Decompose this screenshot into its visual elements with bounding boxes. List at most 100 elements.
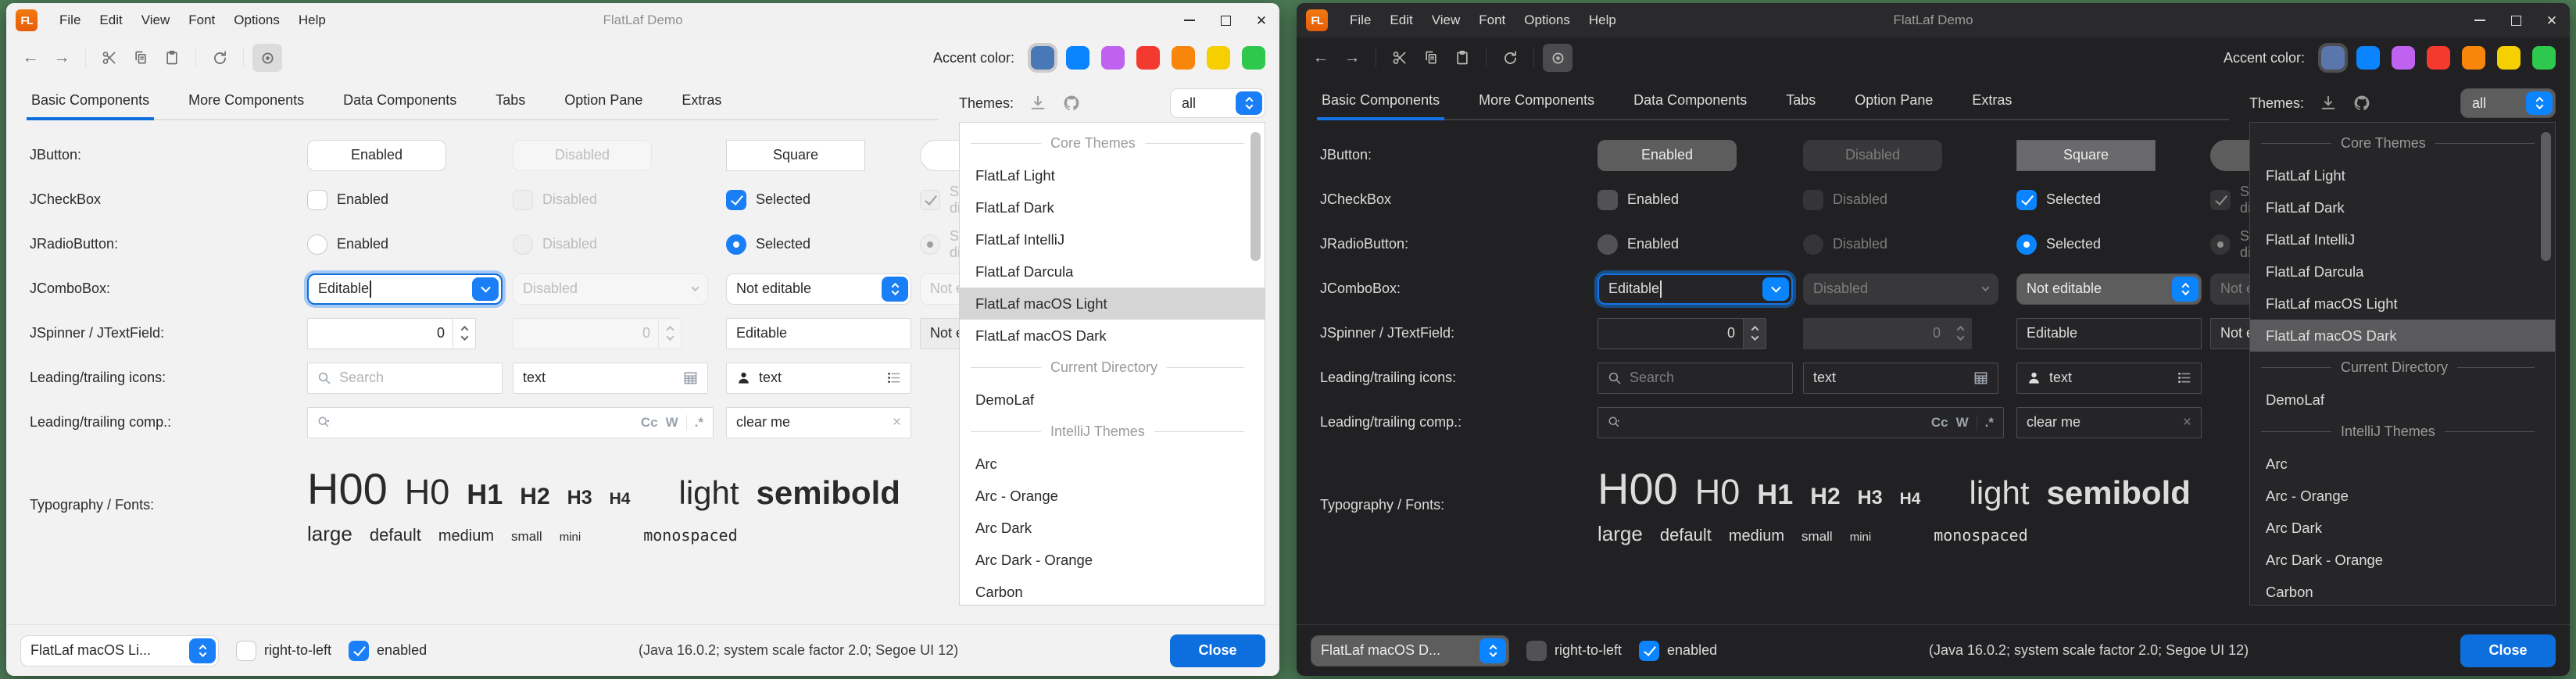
theme-item[interactable]: DemoLaf: [2250, 384, 2555, 416]
tab-more-components[interactable]: More Components: [1477, 86, 1596, 119]
theme-item[interactable]: Carbon: [960, 576, 1265, 606]
checkbox-selected[interactable]: [726, 190, 746, 210]
theme-item[interactable]: Arc - Orange: [2250, 480, 2555, 512]
show-hover-toggle-button[interactable]: [252, 44, 282, 72]
menu-options[interactable]: Options: [224, 8, 289, 33]
combobox-not-editable[interactable]: Not editable: [726, 273, 911, 305]
paste-button[interactable]: [1447, 44, 1477, 72]
accent-swatch-yellow[interactable]: [1207, 46, 1230, 70]
tab-option-pane[interactable]: Option Pane: [563, 86, 644, 119]
accent-swatch-purple[interactable]: [2392, 46, 2415, 70]
square-button[interactable]: Square: [726, 140, 865, 171]
theme-item[interactable]: FlatLaf Light: [960, 159, 1265, 191]
right-to-left-checkbox[interactable]: [236, 641, 256, 661]
theme-item[interactable]: Arc: [2250, 448, 2555, 480]
textfield-editable[interactable]: Editable: [2016, 318, 2202, 349]
combobox-editable[interactable]: Editable: [307, 273, 503, 305]
theme-item[interactable]: DemoLaf: [960, 384, 1265, 416]
menu-font[interactable]: Font: [179, 8, 224, 33]
radio-enabled[interactable]: [307, 234, 327, 255]
regex-toggle[interactable]: .*: [695, 415, 703, 431]
close-window-button[interactable]: ✕: [2534, 3, 2570, 38]
theme-item[interactable]: FlatLaf Dark: [2250, 191, 2555, 223]
theme-item[interactable]: FlatLaf macOS Light: [2250, 288, 2555, 320]
menu-view[interactable]: View: [132, 8, 180, 33]
copy-button[interactable]: [126, 44, 156, 72]
spinner-value[interactable]: 0: [1597, 318, 1743, 349]
menu-edit[interactable]: Edit: [1380, 8, 1422, 33]
back-button[interactable]: ←: [16, 44, 45, 72]
scrollbar-thumb[interactable]: [2541, 132, 2551, 261]
theme-item[interactable]: Arc Dark - Orange: [960, 544, 1265, 576]
tab-more-components[interactable]: More Components: [187, 86, 306, 119]
maximize-button[interactable]: [1208, 3, 1243, 38]
forward-button[interactable]: →: [1337, 44, 1367, 72]
theme-item[interactable]: Carbon: [2250, 576, 2555, 606]
accent-swatch-purple[interactable]: [1101, 46, 1125, 70]
themes-list[interactable]: Core Themes FlatLaf Light FlatLaf Dark F…: [2249, 122, 2556, 606]
search-with-options-field[interactable]: CcW.*: [1597, 407, 2004, 438]
theme-item-selected[interactable]: FlatLaf macOS Dark: [2250, 320, 2555, 352]
accent-swatch-blue[interactable]: [2356, 46, 2380, 70]
cut-button[interactable]: [95, 44, 124, 72]
theme-item[interactable]: FlatLaf Darcula: [960, 256, 1265, 288]
radio-enabled[interactable]: [1597, 234, 1618, 255]
combobox-editable[interactable]: Editable: [1597, 273, 1793, 305]
enabled-button[interactable]: Enabled: [1597, 140, 1737, 171]
checkbox-selected[interactable]: [2016, 190, 2037, 210]
combobox-arrow-button[interactable]: [1762, 277, 1789, 301]
accent-swatch-default[interactable]: [1031, 46, 1054, 70]
laf-combobox[interactable]: FlatLaf macOS D...: [1311, 635, 1509, 666]
accent-swatch-green[interactable]: [2532, 46, 2556, 70]
match-case-toggle[interactable]: Cc: [641, 415, 658, 431]
menu-view[interactable]: View: [1422, 8, 1470, 33]
close-button[interactable]: Close: [1170, 634, 1265, 667]
accent-swatch-orange[interactable]: [2462, 46, 2485, 70]
spinner-arrows[interactable]: [453, 318, 476, 349]
laf-combobox[interactable]: FlatLaf macOS Li...: [20, 635, 219, 666]
tab-data-components[interactable]: Data Components: [1632, 86, 1748, 119]
github-link-button[interactable]: [2352, 94, 2371, 113]
clear-icon[interactable]: ×: [2183, 414, 2191, 431]
right-to-left-checkbox[interactable]: [1526, 641, 1547, 661]
tab-tabs[interactable]: Tabs: [1784, 86, 1817, 119]
tab-basic-components[interactable]: Basic Components: [1320, 86, 1441, 119]
close-window-button[interactable]: ✕: [1243, 3, 1279, 38]
text-field-calendar[interactable]: text: [1803, 363, 1998, 394]
regex-toggle[interactable]: .*: [1985, 415, 1994, 431]
clear-icon[interactable]: ×: [893, 414, 901, 431]
match-case-toggle[interactable]: Cc: [1931, 415, 1948, 431]
accent-swatch-default[interactable]: [2321, 46, 2345, 70]
show-hover-toggle-button[interactable]: [1543, 44, 1572, 72]
refresh-button[interactable]: [205, 44, 234, 72]
textfield-editable[interactable]: Editable: [726, 318, 911, 349]
menu-file[interactable]: File: [50, 8, 90, 33]
accent-swatch-yellow[interactable]: [2497, 46, 2521, 70]
theme-item[interactable]: FlatLaf Light: [2250, 159, 2555, 191]
theme-item[interactable]: FlatLaf IntelliJ: [2250, 223, 2555, 256]
download-theme-button[interactable]: [2320, 95, 2337, 112]
accent-swatch-green[interactable]: [1242, 46, 1265, 70]
theme-item[interactable]: FlatLaf Darcula: [2250, 256, 2555, 288]
copy-button[interactable]: [1416, 44, 1446, 72]
theme-item[interactable]: Arc - Orange: [960, 480, 1265, 512]
scrollbar-thumb[interactable]: [1250, 132, 1261, 261]
combobox-not-editable[interactable]: Not editable: [2016, 273, 2202, 305]
tab-extras[interactable]: Extras: [1970, 86, 2013, 119]
accent-swatch-blue[interactable]: [1066, 46, 1089, 70]
theme-item[interactable]: Arc Dark: [2250, 512, 2555, 544]
back-button[interactable]: ←: [1306, 44, 1336, 72]
search-field[interactable]: Search: [1597, 363, 1793, 394]
search-field[interactable]: Search: [307, 363, 503, 394]
maximize-button[interactable]: [2498, 3, 2534, 38]
cut-button[interactable]: [1385, 44, 1415, 72]
checkbox-enabled[interactable]: [307, 190, 327, 210]
text-field-calendar[interactable]: text: [513, 363, 708, 394]
menu-help[interactable]: Help: [1580, 8, 1626, 33]
forward-button[interactable]: →: [47, 44, 77, 72]
radio-selected[interactable]: [2016, 234, 2037, 255]
tab-option-pane[interactable]: Option Pane: [1853, 86, 1934, 119]
themes-filter-combobox[interactable]: all: [1170, 88, 1265, 118]
theme-item[interactable]: Arc Dark: [960, 512, 1265, 544]
spinner-value[interactable]: 0: [307, 318, 453, 349]
